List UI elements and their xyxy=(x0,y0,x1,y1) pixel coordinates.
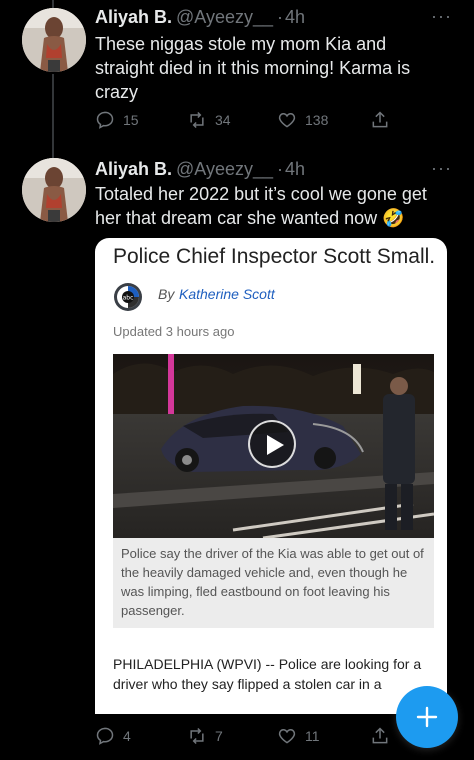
share-icon xyxy=(372,727,388,744)
heart-icon xyxy=(278,112,296,128)
retweet-count: 7 xyxy=(215,728,223,744)
tweet-header: Aliyah B. @Ayeezy__ · 4h xyxy=(95,158,305,180)
author-link[interactable]: Katherine Scott xyxy=(179,286,275,302)
timestamp[interactable]: 4h xyxy=(285,7,305,27)
tweet-text: Totaled her 2022 but it’s cool we gone g… xyxy=(95,184,427,228)
share-button[interactable] xyxy=(370,726,390,746)
play-icon xyxy=(267,435,284,455)
article-body: PHILADELPHIA (WPVI) -- Police are lookin… xyxy=(113,656,422,692)
retweet-icon xyxy=(190,727,204,745)
reply-button[interactable]: 15 xyxy=(95,110,139,130)
retweet-count: 34 xyxy=(215,112,231,128)
like-count: 138 xyxy=(305,112,329,128)
separator: · xyxy=(277,159,284,179)
share-button[interactable] xyxy=(370,110,390,130)
timestamp[interactable]: 4h xyxy=(285,159,305,179)
share-icon xyxy=(372,111,388,128)
reply-count: 4 xyxy=(123,728,131,744)
video-caption: Police say the driver of the Kia was abl… xyxy=(113,538,434,628)
byline: abc By Katherine Scott xyxy=(113,282,413,312)
avatar[interactable] xyxy=(22,8,86,72)
display-name[interactable]: Aliyah B. xyxy=(95,7,172,27)
tweet-text: These niggas stole my mom Kia and straig… xyxy=(95,34,411,102)
separator: · xyxy=(277,7,284,27)
reply-count: 15 xyxy=(123,112,139,128)
video-player[interactable] xyxy=(113,354,434,538)
byline-label: By xyxy=(158,286,175,302)
reply-icon xyxy=(96,727,114,745)
avatar[interactable] xyxy=(22,158,86,222)
abc-logo-icon: abc xyxy=(114,283,142,311)
handle[interactable]: @Ayeezy__ xyxy=(176,159,273,179)
updated-time: Updated 3 hours ago xyxy=(113,324,235,339)
tweet-header: Aliyah B. @Ayeezy__ · 4h xyxy=(95,6,305,28)
play-button[interactable] xyxy=(248,420,296,468)
svg-text:abc: abc xyxy=(123,295,134,302)
retweet-icon xyxy=(190,111,204,129)
compose-button[interactable] xyxy=(396,686,458,748)
plus-icon xyxy=(416,706,438,728)
like-button[interactable]: 11 xyxy=(277,726,320,746)
more-options-icon[interactable]: ··· xyxy=(431,6,452,27)
retweet-button[interactable]: 7 xyxy=(187,726,223,746)
like-button[interactable]: 138 xyxy=(277,110,328,130)
article-headline: Police Chief Inspector Scott Small. xyxy=(113,245,436,268)
display-name[interactable]: Aliyah B. xyxy=(95,159,172,179)
tweet[interactable]: Aliyah B. @Ayeezy__ · 4h ··· These niggas s… xyxy=(0,0,474,150)
tweet-actions: 15 34 138 xyxy=(95,110,395,134)
retweet-button[interactable]: 34 xyxy=(187,110,231,130)
tweet-actions: 4 7 11 xyxy=(95,726,395,750)
like-count: 11 xyxy=(305,728,320,744)
reply-icon xyxy=(96,111,114,129)
handle[interactable]: @Ayeezy__ xyxy=(176,7,273,27)
heart-icon xyxy=(278,728,296,744)
reply-button[interactable]: 4 xyxy=(95,726,131,746)
more-options-icon[interactable]: ··· xyxy=(431,158,452,179)
attached-article-image[interactable]: Police Chief Inspector Scott Small. abc … xyxy=(95,238,447,714)
